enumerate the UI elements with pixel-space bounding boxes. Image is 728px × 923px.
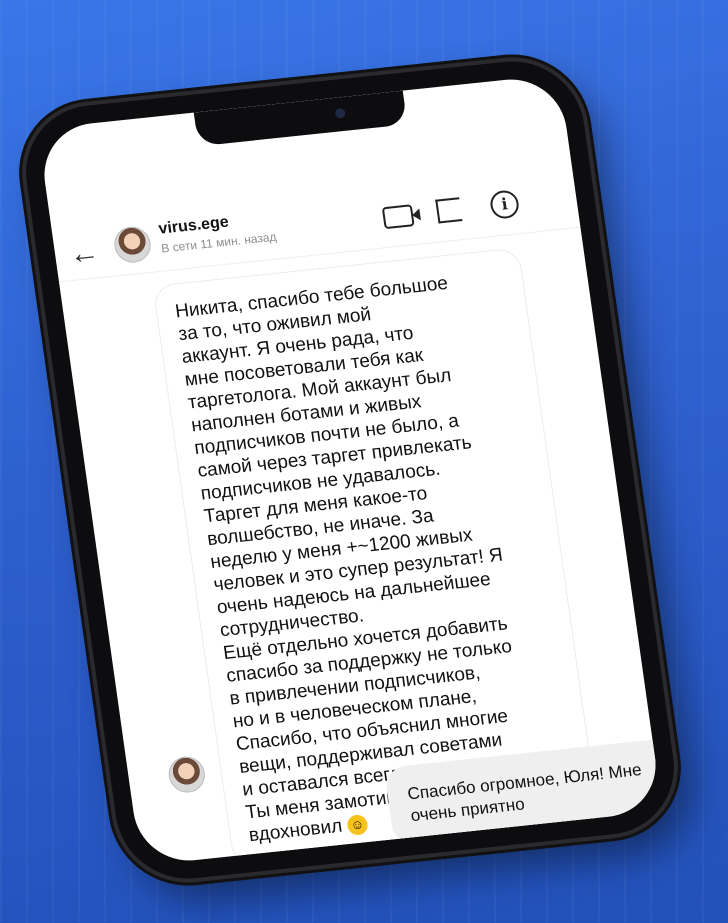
flag-icon[interactable] <box>435 197 463 224</box>
arrow-left-icon[interactable]: ← <box>67 235 102 272</box>
video-icon[interactable] <box>381 204 415 230</box>
smiling-face-emoji: ☺ <box>346 813 369 836</box>
camera-icon <box>334 107 346 119</box>
info-icon[interactable]: i <box>488 189 521 220</box>
avatar[interactable] <box>112 224 153 265</box>
phone-mockup: ← virus.ege В сети 11 мин. назад i Никит… <box>17 54 683 886</box>
chat-screen: ← virus.ege В сети 11 мин. назад i Никит… <box>37 74 663 866</box>
message-avatar[interactable] <box>166 754 208 795</box>
outgoing-message-text: Спасибо огромное, Юля! Мне очень приятно <box>406 760 643 826</box>
